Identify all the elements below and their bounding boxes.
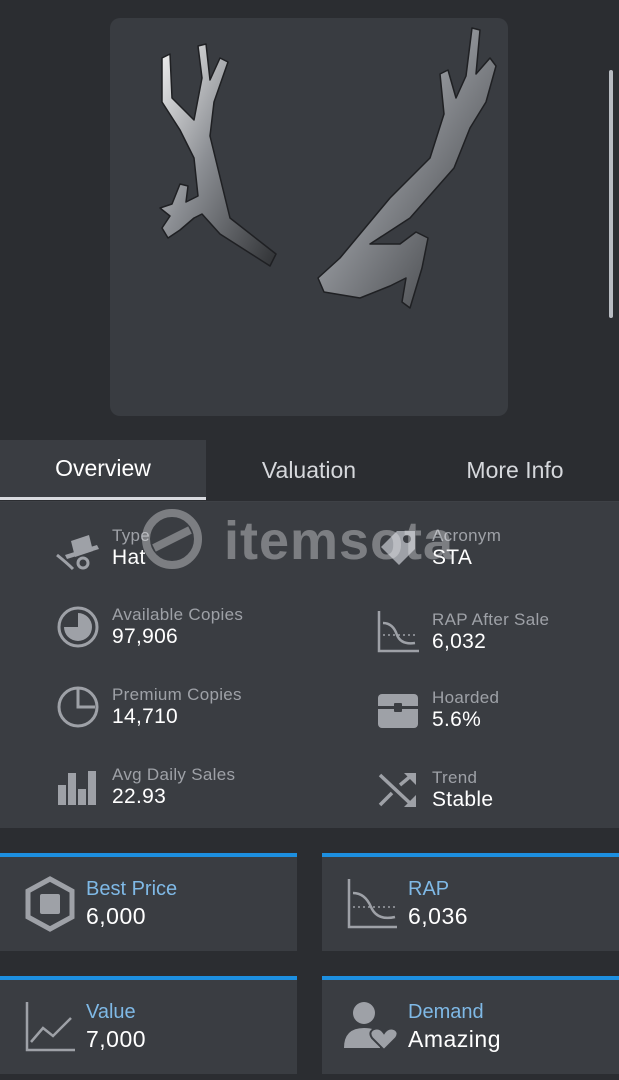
card-value-value: 7,000 <box>86 1026 147 1052</box>
overview-panel: Type Hat Acronym STA Available Copies 97… <box>0 502 619 828</box>
stat-rap-after-sale-label: RAP After Sale <box>432 610 550 629</box>
stat-trend-label: Trend <box>432 768 478 787</box>
user-heart-icon <box>342 997 402 1057</box>
card-rap[interactable]: RAP 6,036 <box>322 853 619 951</box>
antlers-item-image <box>159 27 497 309</box>
stat-type: Type Hat <box>52 518 150 578</box>
stat-rap-after-sale: RAP After Sale 6,032 <box>372 602 549 662</box>
card-demand[interactable]: Demand Amazing <box>322 976 619 1074</box>
card-value[interactable]: Value 7,000 <box>0 976 297 1074</box>
stat-trend-value: Stable <box>432 788 494 811</box>
card-best-price-label: Best Price <box>86 878 178 900</box>
wave-chart-icon <box>372 606 424 658</box>
stat-hoarded-value: 5.6% <box>432 708 482 731</box>
hat-icon <box>52 522 104 574</box>
bar-chart-icon <box>52 761 104 813</box>
tab-overview[interactable]: Overview <box>0 440 206 500</box>
scrollbar[interactable] <box>609 70 613 318</box>
tab-bar: Overview Valuation More Info <box>0 440 619 502</box>
stat-avg-daily-sales-value: 22.93 <box>112 785 167 808</box>
stat-available-copies-label: Available Copies <box>112 605 244 624</box>
stat-premium-copies-label: Premium Copies <box>112 685 242 704</box>
robux-icon <box>20 874 80 934</box>
tab-more-info[interactable]: More Info <box>412 440 618 500</box>
item-preview-area <box>0 0 619 440</box>
stat-acronym: Acronym STA <box>372 518 501 578</box>
wave-chart-icon <box>342 874 402 934</box>
stat-rap-after-sale-value: 6,032 <box>432 630 487 653</box>
pie-outline-icon <box>52 681 104 733</box>
stat-available-copies: Available Copies 97,906 <box>52 597 243 657</box>
card-demand-value: Amazing <box>408 1026 501 1052</box>
stat-acronym-label: Acronym <box>432 526 502 545</box>
card-value-label: Value <box>86 1001 136 1023</box>
stat-hoarded: Hoarded 5.6% <box>372 680 499 740</box>
stat-premium-copies-value: 14,710 <box>112 705 179 728</box>
stat-avg-daily-sales-label: Avg Daily Sales <box>112 765 236 784</box>
item-image-card[interactable] <box>110 18 508 416</box>
stat-available-copies-value: 97,906 <box>112 625 179 648</box>
card-demand-label: Demand <box>408 1001 484 1023</box>
stat-acronym-value: STA <box>432 546 473 569</box>
stat-type-label: Type <box>112 526 151 545</box>
line-chart-icon <box>20 997 80 1057</box>
stat-hoarded-label: Hoarded <box>432 688 500 707</box>
tag-icon <box>372 522 424 574</box>
tab-valuation[interactable]: Valuation <box>206 440 412 500</box>
stat-trend: Trend Stable <box>372 760 493 820</box>
stat-type-value: Hat <box>112 546 146 569</box>
card-rap-value: 6,036 <box>408 903 469 929</box>
chest-icon <box>372 684 424 736</box>
pie-chart-icon <box>52 601 104 653</box>
card-best-price[interactable]: Best Price 6,000 <box>0 853 297 951</box>
stat-premium-copies: Premium Copies 14,710 <box>52 677 242 737</box>
stat-avg-daily-sales: Avg Daily Sales 22.93 <box>52 757 235 817</box>
shuffle-icon <box>372 764 424 816</box>
card-best-price-value: 6,000 <box>86 903 147 929</box>
card-rap-label: RAP <box>408 878 450 900</box>
